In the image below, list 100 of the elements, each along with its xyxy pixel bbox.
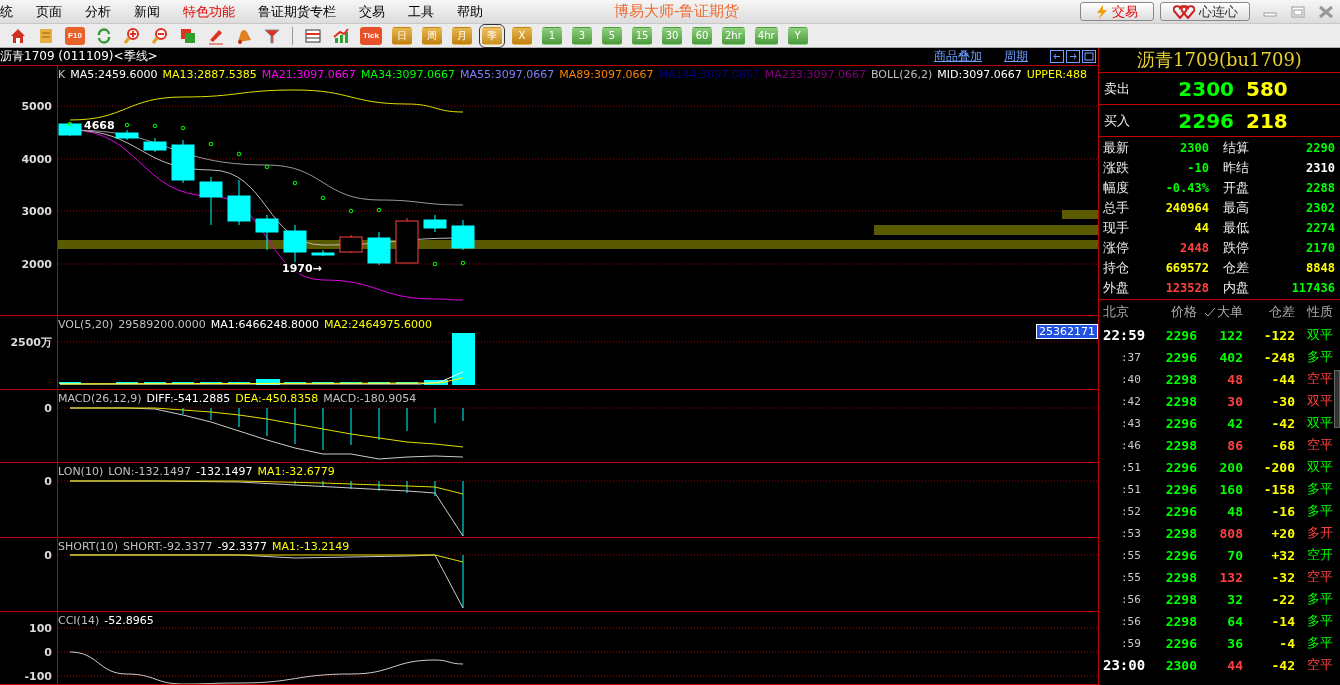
legend-value: MA5:2459.6000 bbox=[70, 68, 158, 81]
sar-dot bbox=[236, 151, 242, 157]
menu-item[interactable]: 帮助 bbox=[445, 2, 494, 21]
window-icon[interactable] bbox=[1082, 50, 1096, 63]
menu-item[interactable]: 页面 bbox=[24, 2, 73, 21]
legend-value: CCI(14) bbox=[58, 614, 100, 627]
trade-type: 多平 bbox=[1306, 612, 1333, 630]
sar-dot bbox=[292, 180, 298, 186]
trade-type: 双平 bbox=[1306, 458, 1333, 476]
trade-price: 2298 bbox=[1164, 569, 1197, 585]
axis-label: -100 bbox=[24, 670, 52, 683]
axis-label: 0 bbox=[44, 549, 52, 562]
period-link[interactable]: 周期 bbox=[1004, 48, 1028, 65]
stat-value: 2310 bbox=[1305, 160, 1335, 177]
period-button[interactable]: 30 bbox=[662, 26, 682, 45]
trade-price: 2298 bbox=[1164, 525, 1197, 541]
overlay-link[interactable]: 商品叠加 bbox=[934, 48, 982, 65]
trade-time: :59 bbox=[1120, 636, 1142, 650]
trade-price: 2300 bbox=[1164, 657, 1197, 673]
trade-time: :51 bbox=[1120, 482, 1142, 496]
tick-button[interactable]: Tick bbox=[360, 26, 382, 45]
stat-label: 内盘 bbox=[1222, 279, 1250, 297]
axis-label: 3000 bbox=[21, 205, 52, 218]
trade-type: 空开 bbox=[1306, 546, 1333, 564]
zoom-out-icon[interactable] bbox=[150, 25, 170, 46]
f10-button[interactable]: F10 bbox=[65, 26, 85, 45]
trade-price: 2296 bbox=[1164, 327, 1197, 343]
position-change: -4 bbox=[1278, 635, 1295, 651]
menu-item[interactable]: 新闻 bbox=[122, 2, 171, 21]
trade-type: 空平 bbox=[1306, 436, 1333, 454]
period-button[interactable]: Y bbox=[787, 26, 808, 45]
axis-label: 0 bbox=[44, 402, 52, 415]
stat-value: 2302 bbox=[1305, 200, 1335, 217]
trade-volume: 48 bbox=[1226, 503, 1243, 519]
menu-item[interactable]: 鲁证期货专栏 bbox=[246, 2, 347, 21]
check-icon bbox=[1204, 307, 1216, 317]
volume-profile-bar bbox=[1062, 210, 1098, 219]
menu-item[interactable]: 工具 bbox=[396, 2, 445, 21]
candlestick bbox=[311, 249, 335, 257]
legend-value: MA55:3097.0667 bbox=[460, 68, 555, 81]
position-change: -30 bbox=[1270, 393, 1295, 409]
period-button[interactable]: X bbox=[512, 26, 532, 45]
position-change: -200 bbox=[1262, 459, 1295, 475]
sar-dot bbox=[67, 121, 73, 127]
maximize-icon[interactable] bbox=[1288, 3, 1308, 20]
menu-item[interactable]: 交易 bbox=[347, 2, 396, 21]
trade-price: 2296 bbox=[1164, 547, 1197, 563]
trade-type: 多平 bbox=[1306, 634, 1333, 652]
trade-time: :43 bbox=[1120, 416, 1142, 430]
period-button[interactable]: 3 bbox=[572, 26, 592, 45]
stat-value: 2300 bbox=[1179, 140, 1209, 157]
position-change: -68 bbox=[1270, 437, 1295, 453]
menu-item[interactable]: 统 bbox=[0, 2, 24, 21]
trade-type: 空平 bbox=[1306, 568, 1333, 586]
trade-volume: 402 bbox=[1218, 349, 1243, 365]
right-arrow-icon[interactable] bbox=[1066, 50, 1080, 63]
trade-price: 2298 bbox=[1164, 613, 1197, 629]
period-button[interactable]: 60 bbox=[692, 26, 712, 45]
period-button[interactable]: 日 bbox=[392, 26, 412, 45]
period-button[interactable]: 15 bbox=[632, 26, 652, 45]
legend-value: K bbox=[58, 68, 66, 81]
axis-label: 0 bbox=[44, 646, 52, 659]
trade-time: 22:59 bbox=[1102, 327, 1147, 343]
period-button[interactable]: 1 bbox=[542, 26, 562, 45]
trade-button[interactable]: 交易 bbox=[1080, 2, 1154, 21]
sar-dot bbox=[432, 261, 438, 267]
close-icon[interactable] bbox=[1316, 3, 1336, 20]
stat-label: 总手 bbox=[1103, 199, 1130, 217]
trade-volume: 122 bbox=[1218, 327, 1243, 343]
trade-price: 2296 bbox=[1164, 635, 1197, 651]
trade-volume: 86 bbox=[1226, 437, 1243, 453]
stat-value: 117436 bbox=[1290, 280, 1335, 297]
period-button[interactable]: 周 bbox=[422, 26, 442, 45]
hearts-button[interactable]: 心连心 bbox=[1160, 2, 1250, 21]
legend-value: SHORT:-92.3377 bbox=[123, 540, 213, 553]
trade-type: 多平 bbox=[1306, 590, 1333, 608]
trade-price: 2298 bbox=[1164, 393, 1197, 409]
scrollbar-thumb[interactable] bbox=[1334, 370, 1340, 428]
position-change: -42 bbox=[1270, 657, 1295, 673]
stat-label: 结算 bbox=[1222, 139, 1250, 157]
candlestick bbox=[255, 214, 279, 251]
trade-volume: 32 bbox=[1226, 591, 1243, 607]
zoom-in-icon[interactable] bbox=[122, 25, 142, 46]
menu-item[interactable]: 特色功能 bbox=[171, 2, 246, 21]
contract-title: 沥青1709(bu1709) bbox=[1137, 48, 1302, 72]
legend-value: MACD(26,12,9) bbox=[58, 392, 142, 405]
position-change: -248 bbox=[1262, 349, 1295, 365]
position-change: -122 bbox=[1262, 327, 1295, 343]
period-button[interactable]: 季 bbox=[482, 26, 502, 45]
menu-item[interactable]: 分析 bbox=[73, 2, 122, 21]
trade-time: :55 bbox=[1120, 548, 1142, 562]
legend-value: DIFF:-541.2885 bbox=[146, 392, 231, 405]
period-button[interactable]: 2hr bbox=[722, 26, 745, 45]
period-button[interactable]: 月 bbox=[452, 26, 472, 45]
legend-value: VOL(5,20) bbox=[58, 318, 114, 331]
trade-volume: 808 bbox=[1218, 525, 1243, 541]
period-button[interactable]: 4hr bbox=[754, 26, 778, 45]
left-arrow-icon[interactable] bbox=[1050, 50, 1064, 63]
quote-volume: 580 bbox=[1245, 76, 1289, 101]
period-button[interactable]: 5 bbox=[602, 26, 622, 45]
